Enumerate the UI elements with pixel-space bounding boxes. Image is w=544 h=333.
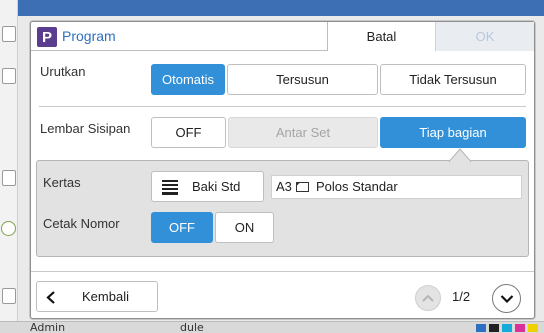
page-indicator: 1/2 [452,289,471,304]
landscape-orientation-icon [296,182,309,192]
print-number-option-on[interactable]: ON [215,212,274,243]
dialog-title: Program [62,28,116,44]
background-statusbar: Admin dule [0,321,544,333]
background-sidebar [0,0,18,333]
chevron-left-icon [46,291,55,304]
insert-sheet-label: Lembar Sisipan [40,121,131,136]
page-up-button[interactable] [415,285,441,311]
panel-pointer-icon [449,148,471,162]
insert-sheet-option-each-part[interactable]: Tiap bagian [380,117,526,148]
document-icon [2,68,16,84]
dialog-titlebar: P Program Batal OK [31,22,534,51]
back-label: Kembali [82,289,129,304]
sort-option-uncollated[interactable]: Tidak Tersusun [380,64,526,95]
insert-sheet-option-off[interactable]: OFF [151,117,226,148]
footer-divider [31,271,534,272]
document-icon [2,288,16,304]
sort-option-auto[interactable]: Otomatis [151,64,225,95]
insert-sheet-option-between-sets: Antar Set [228,117,378,148]
back-button[interactable]: Kembali [36,281,158,312]
check-icon [1,221,16,236]
document-icon [2,26,16,42]
cancel-button[interactable]: Batal [327,22,435,51]
sort-option-collated[interactable]: Tersusun [227,64,378,95]
paper-tray-button[interactable]: Baki Std [151,171,264,202]
program-dialog: P Program Batal OK Urutkan Otomatis Ters… [30,21,535,319]
divider [39,106,526,107]
program-logo-icon: P [37,27,57,47]
chevron-down-icon [500,294,513,303]
chevron-up-icon [422,294,434,302]
background-topbar [0,0,544,16]
paper-type: Polos Standar [316,179,398,194]
document-icon [2,170,16,186]
page-down-button[interactable] [492,284,521,313]
paper-tray-label: Baki Std [192,179,241,194]
tray-icon [162,180,178,195]
ink-level-indicator [476,324,538,332]
paper-label: Kertas [43,175,81,190]
paper-info-field: A3 Polos Standar [271,175,522,199]
ok-button[interactable]: OK [435,22,534,51]
paper-size: A3 [276,179,292,194]
print-number-option-off[interactable]: OFF [151,212,213,243]
sort-label: Urutkan [40,64,86,79]
schedule-text: dule [180,321,204,333]
print-number-label: Cetak Nomor [43,216,120,231]
user-name: Admin [30,321,66,333]
